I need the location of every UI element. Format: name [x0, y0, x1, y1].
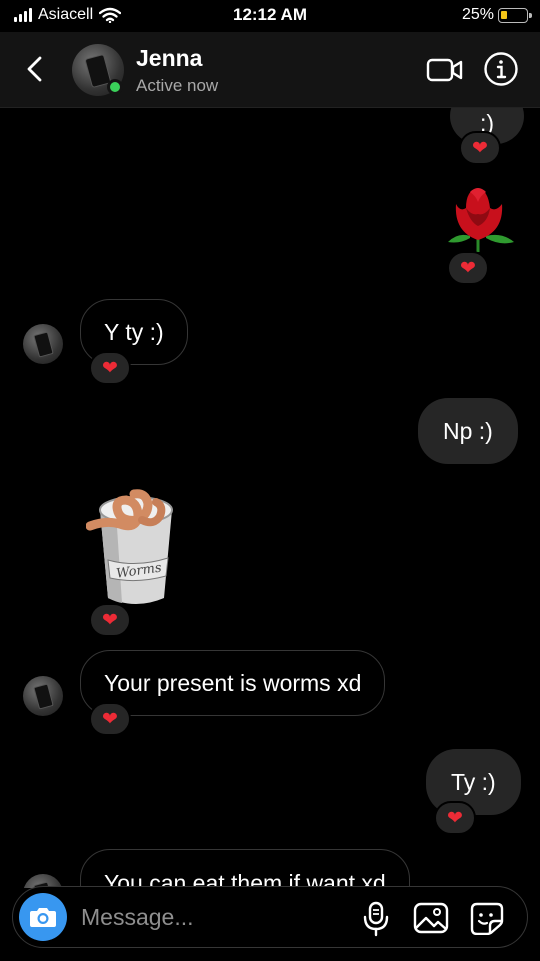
heart-icon: ❤ — [447, 807, 463, 829]
status-bar: Asiacell 12:12 AM 25% — [0, 0, 540, 32]
heart-reaction[interactable]: ❤ — [89, 702, 131, 736]
battery-icon — [498, 7, 532, 23]
online-status-dot — [107, 79, 123, 95]
message-composer — [12, 886, 528, 948]
heart-reaction[interactable]: ❤ — [89, 351, 131, 385]
message-thread[interactable]: :) ❤ ❤ Y ty :) ❤ Np :) Worms ❤ Your pres… — [0, 108, 540, 888]
heart-icon: ❤ — [102, 357, 118, 379]
status-time: 12:12 AM — [232, 5, 307, 24]
message-text: Ty :) — [451, 768, 496, 795]
contact-name[interactable]: Jenna — [136, 45, 202, 72]
status-right: 25% — [461, 6, 532, 24]
battery-percent: 25% — [461, 6, 494, 23]
heart-reaction[interactable]: ❤ — [447, 251, 489, 285]
message-text: Your present is worms xd — [104, 669, 362, 696]
camera-icon — [30, 908, 56, 927]
sender-avatar[interactable] — [23, 676, 63, 716]
sender-avatar[interactable] — [23, 324, 63, 364]
message-text: Np :) — [443, 417, 493, 444]
sticker-icon[interactable] — [469, 901, 505, 935]
gallery-icon[interactable] — [413, 901, 449, 935]
chat-header: Jenna Active now — [0, 32, 540, 108]
back-chevron-icon[interactable] — [20, 52, 50, 86]
message-text: Y ty :) — [104, 318, 164, 345]
worms-can-sticker[interactable]: Worms — [86, 480, 190, 612]
heart-icon: ❤ — [460, 257, 476, 279]
contact-active-status: Active now — [136, 76, 219, 95]
info-icon[interactable] — [483, 51, 519, 87]
heart-icon: ❤ — [472, 137, 488, 159]
heart-reaction[interactable]: ❤ — [89, 603, 131, 637]
heart-icon: ❤ — [102, 708, 118, 730]
microphone-icon[interactable] — [361, 901, 391, 937]
video-call-icon[interactable] — [426, 54, 464, 86]
message-input[interactable] — [81, 901, 351, 933]
heart-icon: ❤ — [102, 609, 118, 631]
rose-sticker[interactable] — [440, 182, 520, 254]
camera-button[interactable] — [19, 893, 67, 941]
heart-reaction[interactable]: ❤ — [434, 801, 476, 835]
message-bubble-incoming[interactable]: You can eat them if want xd — [80, 849, 410, 888]
heart-reaction[interactable]: ❤ — [459, 131, 501, 165]
message-bubble-outgoing[interactable]: Np :) — [418, 398, 518, 464]
